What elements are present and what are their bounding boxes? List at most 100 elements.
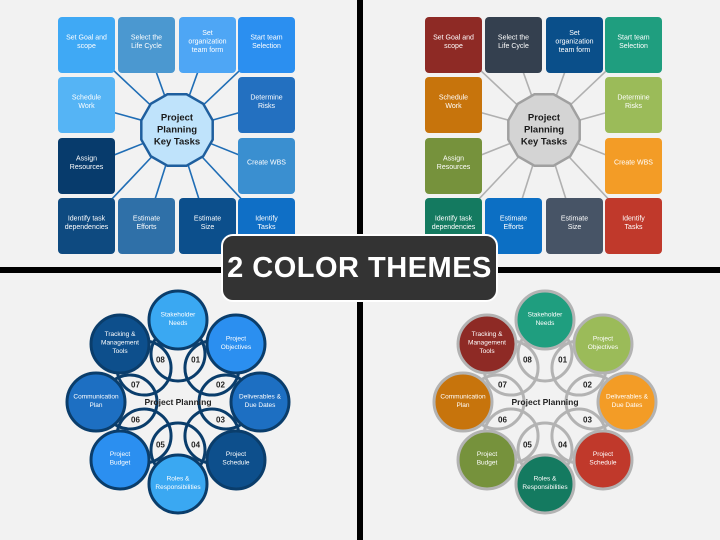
task-tile-label: Identify [255,215,278,222]
task-tile-identify-tasks: Identify Tasks [605,198,662,254]
center-hub-label: Key Tasks [521,137,567,148]
task-tile-label: scope [77,43,96,50]
task-tile-label: Select the [131,34,162,41]
step-number: 01 [558,356,567,365]
task-tile-select-life-cycle: Select the Life Cycle [118,17,175,73]
step-number: 07 [498,380,507,389]
cycle-item-02: Project Objectives [205,313,267,375]
task-tile-label: Determine [617,94,649,101]
cycle-item-label: Responsibilities [522,484,568,491]
cycle-item-label: Project [477,451,497,458]
task-tile-schedule-work: Schedule Work [425,77,482,133]
task-tile-label: scope [444,43,463,50]
step-number: 06 [131,416,140,425]
task-tile-set-goal: Set Goal and scope [58,17,115,73]
task-tile-label: Life Cycle [131,43,162,50]
task-tile-label: Select the [498,34,529,41]
task-tile-label: Selection [252,43,281,50]
cycle-item-label: Due Dates [612,402,643,409]
planning-cycle-diagram-blue: 01 02 03 04 05 06 07 08 Stakeholder Needs Project O… [0,273,357,540]
cycle-item-label: Deliverables & [239,393,282,400]
task-tile-label: Schedule [72,94,101,101]
cycle-item-06: Project Budget [456,429,518,491]
step-number: 01 [191,356,200,365]
cycle-item-label: Management [101,340,139,347]
cycle-item-01: Stakeholder Needs [147,289,209,351]
task-tile-label: Estimate [133,215,160,222]
center-hub-label: Project [161,113,194,124]
cycle-item-label: Stakeholder [528,311,564,318]
cycle-item-label: Communication [73,393,119,400]
cycle-item-label: Communication [440,393,486,400]
task-tile-label: Work [445,103,462,110]
cycle-item-08: Tracking & ManagementTools [456,313,518,375]
task-tile-determine-risks: Determine Risks [605,77,662,133]
step-number: 02 [216,380,225,389]
task-tile-label: organization [555,39,593,46]
task-tile-label: Set Goal and [433,34,474,41]
task-tile-label: Efforts [503,224,524,231]
task-tile-label: Set Goal and [66,34,107,41]
task-tile-set-organization: Set organizationteam form [546,17,603,73]
cycle-center-label: Project Planning [511,397,578,407]
cycle-item-07: Communication Plan [65,371,127,433]
cycle-item-label: Tracking & [105,331,136,338]
task-tile-label: Start team [617,34,649,41]
task-tile-label: team form [559,47,591,54]
task-tile-label: Assign [76,155,97,162]
task-tile-start-team-selection: Start team Selection [605,17,662,73]
cycle-item-label: Plan [89,402,102,409]
cycle-item-label: Tracking & [472,331,503,338]
cycle-item-label: Project [226,335,246,342]
task-tile-label: dependencies [65,224,109,231]
center-hub: ProjectPlanningKey Tasks [140,93,214,167]
task-tile-start-team-selection: Start team Selection [238,17,295,73]
planning-cycle-diagram-multicolor: 01 02 03 04 05 06 07 08 Stakeholder Needs Project O… [363,273,720,540]
key-tasks-diagram-multicolor: Set Goal and scope Select the Life Cycle Set… [363,0,720,267]
cycle-item-04: Project Schedule [572,429,634,491]
step-number: 05 [523,440,532,449]
task-tile-schedule-work: Schedule Work [58,77,115,133]
task-tile-label: Identify task [435,215,473,222]
cycle-item-label: Schedule [222,460,249,467]
task-tile-label: Start team [250,34,282,41]
task-tile-label: Risks [625,103,643,110]
step-number: 08 [523,356,532,365]
cycle-item-01: Stakeholder Needs [514,289,576,351]
task-tile-label: Set [202,30,213,37]
task-tile-estimate-efforts: Estimate Efforts [118,198,175,254]
task-tile-label: dependencies [432,224,476,231]
step-number: 07 [131,380,140,389]
step-number: 02 [583,380,592,389]
cycle-item-03: Deliverables & Due Dates [229,371,291,433]
task-tile-label: team form [192,47,224,54]
center-hub-label: Key Tasks [154,137,200,148]
cycle-item-05: Roles & Responsibilities [147,453,209,515]
task-tile-label: Work [78,103,95,110]
cycle-item-label: Deliverables & [606,393,649,400]
task-tile-set-organization: Set organizationteam form [179,17,236,73]
cycle-item-label: Objectives [221,344,252,351]
cycle-item-label: Tools [479,348,495,355]
center-hub-label: Planning [524,125,564,136]
step-number: 03 [583,416,592,425]
task-tile-label: Resources [437,164,471,171]
cycle-center-label: Project Planning [144,397,211,407]
step-number: 04 [558,440,567,449]
task-tile-label: Efforts [136,224,157,231]
cycle-item-label: Needs [536,320,556,327]
task-tile-label: Schedule [439,94,468,101]
color-themes-banner: 2 COLOR THEMES [221,234,498,302]
step-number: 08 [156,356,165,365]
step-number: 03 [216,416,225,425]
cycle-item-label: Roles & [167,475,190,482]
cycle-item-label: Due Dates [245,402,276,409]
task-tile-label: Size [568,224,582,231]
cycle-item-label: Roles & [534,475,557,482]
task-tile-identify-task-dependencies: Identify task dependencies [58,198,115,254]
task-tile-label: Estimate [500,215,527,222]
center-hub: ProjectPlanningKey Tasks [507,93,581,167]
task-tile-select-life-cycle: Select the Life Cycle [485,17,542,73]
task-tile-assign-resources: Assign Resources [425,138,482,194]
cycle-item-04: Project Schedule [205,429,267,491]
